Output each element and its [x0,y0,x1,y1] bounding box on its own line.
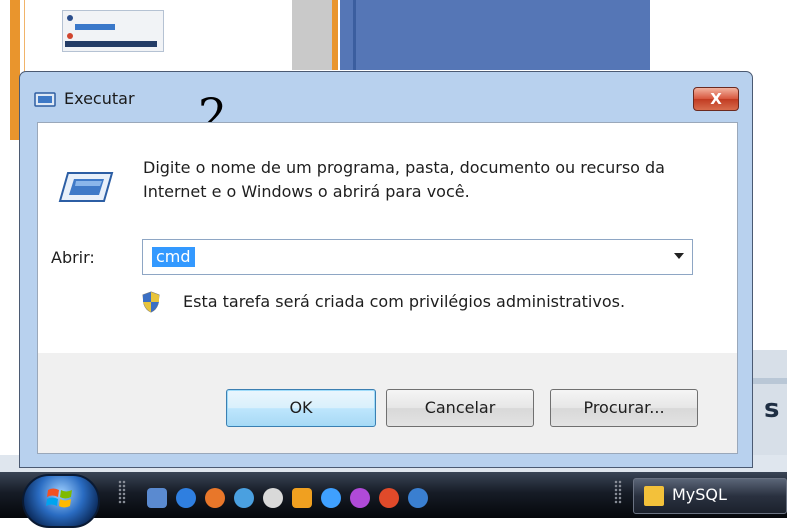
taskbar-grip[interactable] [614,480,622,504]
background-window-edge [353,0,356,70]
app-icon[interactable] [408,488,428,508]
uac-shield-icon [142,291,160,313]
title-bar[interactable]: Executar 2 X [20,72,752,138]
cancel-button[interactable]: Cancelar [386,389,534,427]
screenshot-thumbnail [62,10,164,52]
background-glyph: s [764,394,780,424]
media-icon[interactable] [292,488,312,508]
run-icon [34,92,56,107]
admin-privileges-note: Esta tarefa será criada com privilégios … [183,292,626,311]
app-icon[interactable] [234,488,254,508]
open-combobox[interactable]: cmd [142,239,693,275]
thumbnail-icon [67,33,73,39]
run-dialog: Executar 2 X Digite o nome de um program… [19,71,753,468]
thumbnail-highlight [75,24,115,30]
chrome-icon[interactable] [379,488,399,508]
close-button[interactable]: X [693,87,739,111]
background-window [292,0,332,70]
search-icon[interactable] [321,488,341,508]
dialog-description: Digite o nome de um programa, pasta, doc… [143,158,665,201]
dialog-title: Executar [64,89,135,108]
background-window-edge [752,378,787,384]
ok-button[interactable]: OK [226,389,376,427]
background-desktop-area [340,0,650,70]
app-icon[interactable] [263,488,283,508]
thumbnail-taskbar [65,41,157,47]
background-window-edge [332,0,338,70]
firefox-icon[interactable] [205,488,225,508]
open-label: Abrir: [51,248,95,267]
open-input-value[interactable]: cmd [152,247,195,267]
run-program-icon [58,172,114,202]
mysql-icon [644,486,664,506]
taskbar-window-button[interactable]: MySQL [633,478,787,514]
thumbnail-icon [67,15,73,21]
taskbar-grip[interactable] [118,480,126,504]
app-icon[interactable] [350,488,370,508]
dialog-content: Digite o nome de um programa, pasta, doc… [37,122,738,454]
browse-button[interactable]: Procurar... [550,389,698,427]
chevron-down-icon[interactable] [674,253,684,259]
taskbar-window-label: MySQL [672,485,727,504]
show-desktop-icon[interactable] [147,488,167,508]
ie-icon[interactable] [176,488,196,508]
windows-logo-icon [46,488,72,508]
